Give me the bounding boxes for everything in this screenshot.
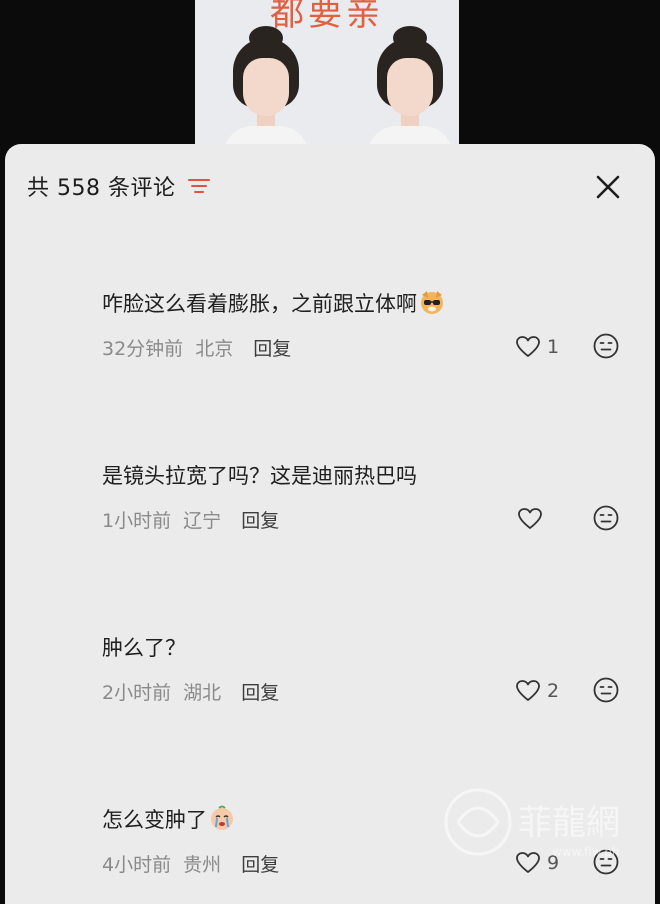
smiley-face-icon[interactable] xyxy=(592,504,620,532)
heart-outline-icon xyxy=(518,508,542,529)
comment-sheet-header: 共 558 条评论 xyxy=(5,144,655,224)
comment-location: 北京 xyxy=(195,338,234,360)
sort-filter-icon[interactable] xyxy=(188,177,210,195)
watermark-url: www.flw.ph xyxy=(552,845,619,859)
comment-count: 共 558 条评论 xyxy=(27,176,176,201)
comment-item: 肿么了？ 2小时前 湖北 回复 2 xyxy=(5,632,655,722)
comment-text: 怎么变肿了 xyxy=(102,808,207,832)
reply-button[interactable]: 回复 xyxy=(241,510,279,532)
close-icon[interactable] xyxy=(591,170,625,204)
heart-outline-icon xyxy=(516,680,540,701)
video-preview[interactable]: 都要亲 xyxy=(195,0,459,150)
reply-button[interactable]: 回复 xyxy=(241,854,279,876)
comment-meta: 4小时前 贵州 回复 xyxy=(102,850,279,877)
crying-face-emoji xyxy=(211,805,233,830)
smiley-face-icon[interactable] xyxy=(592,332,620,360)
reply-button[interactable]: 回复 xyxy=(241,682,279,704)
comment-location: 贵州 xyxy=(183,854,222,876)
like-count: 1 xyxy=(547,336,560,358)
like-button[interactable]: 1 xyxy=(515,332,559,362)
smiley-face-icon[interactable] xyxy=(592,676,620,704)
comment-meta: 1小时前 辽宁 回复 xyxy=(102,506,279,533)
comment-item: 咋脸这么看着膨胀，之前跟立体啊 32分钟前 北京 回复 1 xyxy=(5,288,655,378)
comment-meta: 2小时前 湖北 回复 xyxy=(102,678,279,705)
dog-sunglasses-emoji xyxy=(421,291,443,314)
person-left-image xyxy=(223,26,309,150)
comment-text-wrap: 怎么变肿了 xyxy=(102,804,235,834)
comment-location: 辽宁 xyxy=(183,510,222,532)
like-button[interactable]: 2 xyxy=(515,676,559,706)
watermark-text: 菲龍網 xyxy=(518,803,620,843)
comment-text: 是镜头拉宽了吗？这是迪丽热巴吗 xyxy=(102,464,417,488)
comment-time: 2小时前 xyxy=(102,682,172,704)
comment-time: 4小时前 xyxy=(102,854,172,876)
heart-outline-icon xyxy=(516,336,540,357)
comment-text: 肿么了？ xyxy=(102,636,186,660)
watermark-logo: 菲龍網 www.flw.ph xyxy=(444,788,620,859)
comment-time: 1小时前 xyxy=(102,510,172,532)
comment-text-wrap: 咋脸这么看着膨胀，之前跟立体啊 xyxy=(102,288,445,318)
reply-button[interactable]: 回复 xyxy=(253,338,291,360)
comment-text: 咋脸这么看着膨胀，之前跟立体啊 xyxy=(102,292,417,316)
like-button[interactable] xyxy=(517,504,549,534)
comment-meta: 32分钟前 北京 回复 xyxy=(102,334,291,361)
comment-time: 32分钟前 xyxy=(102,338,184,360)
person-right-image xyxy=(367,26,453,150)
comment-location: 湖北 xyxy=(183,682,222,704)
comment-item: 是镜头拉宽了吗？这是迪丽热巴吗 1小时前 辽宁 回复 xyxy=(5,460,655,550)
like-count: 2 xyxy=(547,680,560,702)
